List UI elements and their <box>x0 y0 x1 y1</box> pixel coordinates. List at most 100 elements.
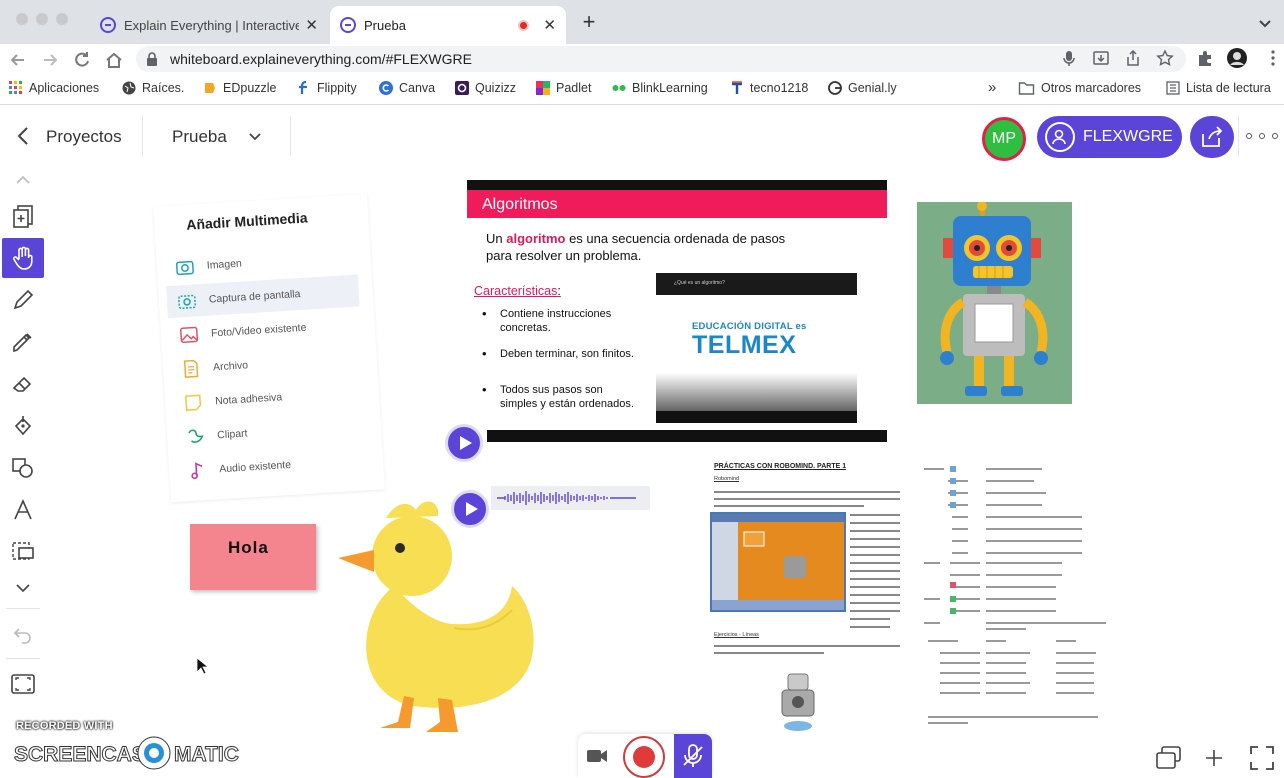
robot-image[interactable] <box>917 202 1072 404</box>
pen-tool[interactable] <box>2 280 44 320</box>
user-avatar[interactable]: MP <box>982 117 1026 161</box>
browser-tab-prueba[interactable]: Prueba ✕ <box>330 6 566 44</box>
undo-button[interactable] <box>2 614 44 654</box>
browser-tab-explain-everything[interactable]: Explain Everything | Interactive ✕ <box>90 6 328 44</box>
app-header: Proyectos Prueba MP FLEXWGRE <box>0 108 1284 164</box>
new-tab-button[interactable]: + <box>575 11 603 35</box>
tab-search-chevron-icon[interactable] <box>1254 12 1276 34</box>
bookmark-label: Aplicaciones <box>29 81 100 95</box>
text-line <box>850 594 900 596</box>
bookmark-quizizz[interactable]: Quizizz <box>455 81 516 95</box>
highlighter-tool[interactable] <box>2 322 44 362</box>
eraser-tool[interactable] <box>2 364 44 404</box>
extensions-puzzle-icon[interactable] <box>1196 49 1214 67</box>
add-multimedia-image[interactable]: Añadir Multimedia Imagen Captura de pant… <box>153 193 385 503</box>
profile-avatar-icon[interactable] <box>1226 47 1248 69</box>
shapes-tool[interactable] <box>2 448 44 488</box>
close-tab-icon[interactable]: ✕ <box>543 16 556 34</box>
video-controls-bar[interactable] <box>656 411 857 423</box>
bookmark-other-folder[interactable]: Otros marcadores <box>1018 81 1141 95</box>
tecno-logo-icon <box>732 81 742 94</box>
slides-overview-icon[interactable] <box>1154 744 1182 772</box>
fill-tool[interactable] <box>2 406 44 446</box>
text-line <box>714 498 900 500</box>
text-line <box>714 645 900 647</box>
slide-definition-line1: Un algoritmo es una secuencia ordenada d… <box>486 231 785 246</box>
bookmark-blinklearning[interactable]: BlinkLearning <box>612 81 708 95</box>
sticky-note[interactable]: Hola <box>190 524 316 590</box>
genially-logo-icon <box>828 81 842 95</box>
hand-tool[interactable] <box>2 238 44 278</box>
back-chevron-icon[interactable] <box>14 124 34 148</box>
sticky-note-text: Hola <box>228 538 269 557</box>
close-tab-icon[interactable]: ✕ <box>305 16 318 34</box>
slide-definition-line2: para resolver un problema. <box>486 248 642 263</box>
bookmark-canva[interactable]: Canva <box>379 81 435 95</box>
window-minimize-button[interactable] <box>36 13 48 25</box>
bookmark-label: Lista de lectura <box>1186 81 1271 95</box>
install-app-icon[interactable] <box>1092 49 1110 67</box>
window-zoom-button[interactable] <box>56 13 68 25</box>
telmex-video-thumbnail[interactable]: ¿Qué es un algoritmo? EDUCACIÓN DIGITAL … <box>656 273 857 423</box>
robomind-document-image[interactable]: PRÁCTICAS CON ROBOMIND. PARTE 1 Robomind… <box>710 460 904 660</box>
back-arrow-icon[interactable] <box>8 50 28 70</box>
globe-icon <box>122 81 136 95</box>
bookmark-aplicaciones[interactable]: Aplicaciones <box>9 81 99 95</box>
robomind-commands-document-image[interactable] <box>924 462 1114 732</box>
watermark-recorded-with: RECORDED WITH <box>16 720 113 732</box>
select-tool[interactable] <box>2 532 44 572</box>
slide-play-button[interactable] <box>445 424 483 462</box>
address-bar[interactable]: whiteboard.explaineverything.com/#FLEXWG… <box>136 46 1186 72</box>
fullscreen-icon[interactable] <box>1248 744 1276 772</box>
selection-icon <box>12 542 34 560</box>
bookmark-star-icon[interactable] <box>1156 49 1174 67</box>
more-dot-icon <box>1272 133 1278 139</box>
tools-scroll-up-button[interactable] <box>2 164 44 196</box>
project-name-dropdown[interactable]: Prueba <box>172 127 227 147</box>
add-slide-tool[interactable] <box>2 196 44 236</box>
text-line <box>850 578 900 580</box>
add-slide-plus-icon[interactable] <box>1200 744 1228 772</box>
bookmark-flippity[interactable]: Flippity <box>297 81 357 95</box>
tools-scroll-down-button[interactable] <box>2 572 44 604</box>
bookmark-edpuzzle[interactable]: EDpuzzle <box>203 81 277 95</box>
reading-list-button[interactable]: Lista de lectura <box>1166 81 1271 95</box>
document-subtitle: Robomind <box>714 476 740 482</box>
multimedia-item-label: Imagen <box>206 257 243 272</box>
camera-icon <box>175 260 194 276</box>
bookmark-raices[interactable]: Raíces. <box>122 81 184 95</box>
more-options-button[interactable] <box>1246 124 1278 148</box>
session-code-button[interactable]: FLEXWGRE <box>1037 116 1182 158</box>
bookmark-label: Padlet <box>556 81 592 95</box>
camera-toggle-icon[interactable] <box>586 746 608 766</box>
bookmark-label: Quizizz <box>475 81 516 95</box>
window-close-button[interactable] <box>16 13 28 25</box>
chevron-down-icon[interactable] <box>248 130 262 144</box>
bookmark-label: Genial.ly <box>848 81 897 95</box>
microphone-toggle-button[interactable] <box>674 734 712 778</box>
forward-arrow-icon[interactable] <box>40 50 60 70</box>
bookmark-padlet[interactable]: Padlet <box>536 81 591 95</box>
robot-clipart[interactable] <box>776 668 820 734</box>
bookmark-label: Raíces. <box>142 81 185 95</box>
home-icon[interactable] <box>104 50 124 70</box>
bookmarks-overflow-button[interactable]: » <box>988 79 996 96</box>
share-button[interactable] <box>1190 116 1234 158</box>
fit-to-screen-button[interactable] <box>2 664 44 704</box>
browser-menu-icon[interactable] <box>1264 49 1282 67</box>
record-button[interactable] <box>623 736 665 778</box>
text-line <box>714 491 900 493</box>
bookmark-genially[interactable]: Genial.ly <box>828 81 897 95</box>
photo-icon <box>180 326 199 343</box>
bookmark-tecno1218[interactable]: tecno1218 <box>730 81 808 95</box>
reload-icon[interactable] <box>72 50 92 70</box>
text-span: Un <box>486 231 507 246</box>
robomind-screenshot <box>710 512 846 612</box>
share-page-icon[interactable] <box>1124 49 1142 67</box>
text-line <box>850 570 900 572</box>
duck-clipart[interactable] <box>334 498 539 736</box>
header-divider <box>1238 116 1239 156</box>
text-tool[interactable] <box>2 490 44 530</box>
projects-link[interactable]: Proyectos <box>46 127 122 147</box>
microphone-icon[interactable] <box>1060 49 1078 67</box>
